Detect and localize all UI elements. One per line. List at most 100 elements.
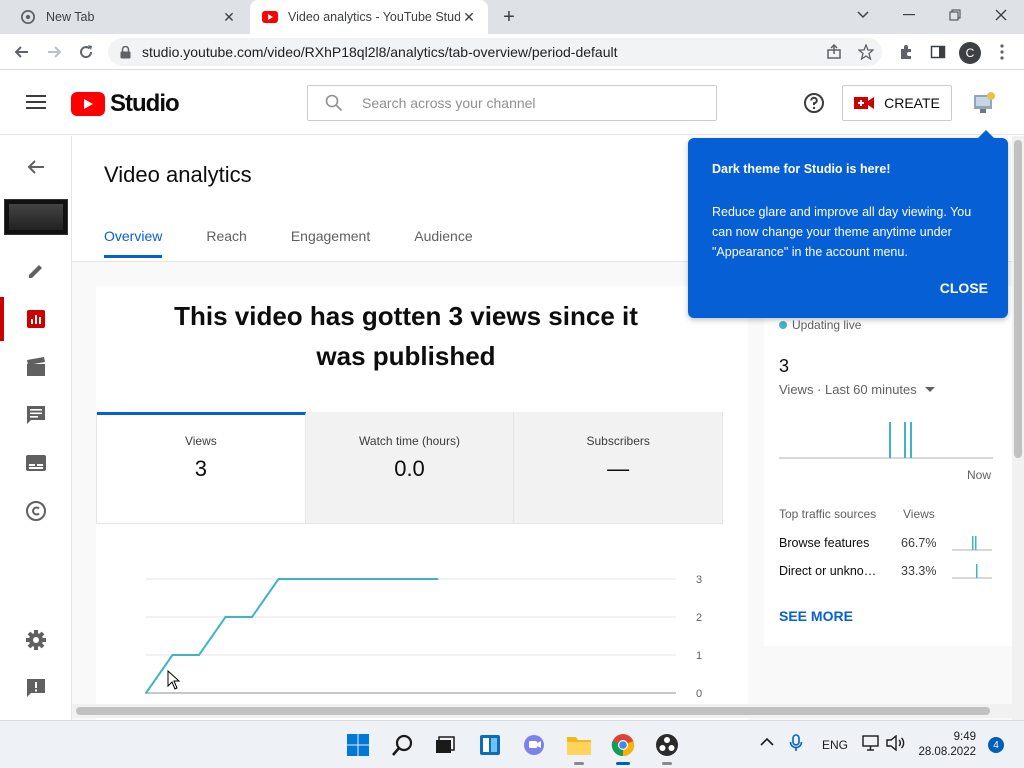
tooltip-close-button[interactable]: CLOSE	[940, 280, 988, 296]
show-hidden-icons-chevron[interactable]	[760, 736, 774, 750]
see-more-link[interactable]: SEE MORE	[779, 608, 853, 624]
chart-y-tick-label: 1	[696, 650, 702, 662]
dark-theme-tooltip: Dark theme for Studio is here! Reduce gl…	[688, 130, 1008, 318]
bookmark-star-icon[interactable]	[854, 40, 878, 64]
microphone-icon[interactable]	[789, 734, 803, 755]
chart-y-tick-label: 3	[696, 574, 702, 586]
tab-reach[interactable]: Reach	[206, 228, 246, 258]
editor-clapper-icon[interactable]	[0, 345, 72, 389]
address-bar[interactable]: studio.youtube.com/video/RXhP18ql2l8/ana…	[108, 38, 882, 66]
teams-chat-icon[interactable]	[520, 731, 548, 759]
widgets-icon[interactable]	[476, 731, 504, 759]
language-indicator[interactable]: ENG	[822, 738, 848, 752]
chrome-taskbar-icon[interactable]	[609, 731, 637, 765]
page-title: Video analytics	[104, 162, 252, 187]
volume-icon[interactable]	[886, 734, 906, 754]
views-data-point	[171, 654, 174, 656]
realtime-period-dropdown[interactable]: Views · Last 60 minutes	[779, 382, 935, 397]
back-icon[interactable]	[10, 40, 34, 64]
metric-views[interactable]: Views 3	[97, 412, 306, 523]
create-button[interactable]: CREATE	[842, 85, 952, 121]
lock-icon[interactable]	[118, 45, 132, 59]
metric-subscribers[interactable]: Subscribers —	[514, 412, 723, 523]
side-panel-icon[interactable]	[926, 40, 950, 64]
close-tab-icon[interactable]: ✕	[220, 8, 238, 26]
left-nav	[0, 136, 72, 720]
extensions-icon[interactable]	[894, 40, 918, 64]
views-data-point	[145, 692, 147, 694]
views-data-point	[410, 578, 412, 580]
studio-header: Studio Search across your channel CREATE	[0, 71, 1024, 135]
account-avatar[interactable]	[970, 89, 998, 117]
studio-logo[interactable]: Studio	[71, 90, 180, 118]
views-data-point	[357, 578, 359, 580]
scrollbar-thumb[interactable]	[1014, 140, 1022, 458]
traffic-source-row: Browse features 66.7%	[779, 532, 999, 554]
obs-studio-icon[interactable]	[653, 731, 681, 765]
share-icon[interactable]	[822, 40, 846, 64]
traffic-source-name: Browse features	[779, 536, 870, 550]
details-pencil-icon[interactable]	[0, 249, 72, 293]
browser-tab-video-analytics[interactable]: Video analytics - YouTube Studio ✕	[250, 0, 488, 34]
metric-label: Views	[184, 434, 217, 448]
browser-tab-new-tab[interactable]: New Tab ✕	[8, 0, 248, 34]
chart-y-tick-label: 2	[696, 612, 702, 624]
views-data-point	[304, 578, 306, 580]
scrollbar-thumb[interactable]	[76, 707, 990, 715]
horizontal-scrollbar[interactable]	[72, 704, 1012, 718]
realtime-bar	[889, 422, 891, 458]
help-icon[interactable]	[802, 91, 826, 115]
close-tab-icon[interactable]: ✕	[460, 8, 478, 26]
traffic-source-pct: 33.3%	[901, 564, 937, 578]
close-window-button[interactable]	[978, 0, 1024, 30]
views-data-point	[198, 654, 200, 656]
file-explorer-icon[interactable]	[565, 731, 593, 765]
reload-icon[interactable]	[74, 40, 98, 64]
views-series-line	[145, 578, 438, 694]
tab-audience[interactable]: Audience	[414, 228, 472, 258]
menu-kebab-icon[interactable]	[990, 40, 1014, 64]
comments-icon[interactable]	[0, 393, 72, 437]
tab-engagement[interactable]: Engagement	[291, 228, 370, 258]
vertical-scrollbar[interactable]	[1012, 136, 1024, 720]
system-clock[interactable]: 9:49 28.08.2022	[918, 730, 976, 760]
settings-gear-icon[interactable]	[0, 618, 72, 662]
forward-icon[interactable]	[42, 40, 66, 64]
url-text: studio.youtube.com/video/RXhP18ql2l8/ana…	[142, 44, 618, 60]
notification-badge[interactable]: 4	[988, 737, 1004, 753]
feedback-icon[interactable]	[0, 666, 72, 710]
search-input[interactable]: Search across your channel	[307, 85, 717, 121]
traffic-sources-header: Top traffic sources	[779, 507, 877, 521]
copyright-icon[interactable]	[0, 489, 72, 533]
network-icon[interactable]	[862, 735, 880, 754]
video-thumbnail[interactable]	[4, 199, 68, 235]
restore-button[interactable]	[932, 0, 978, 30]
realtime-bar	[910, 422, 912, 458]
analytics-icon[interactable]	[0, 297, 72, 341]
dropdown-arrow-icon	[924, 387, 935, 392]
traffic-sparkline	[952, 564, 992, 579]
search-icon[interactable]	[389, 731, 417, 759]
new-tab-button[interactable]: +	[498, 6, 520, 28]
realtime-count: 3	[779, 356, 790, 376]
browser-toolbar: studio.youtube.com/video/RXhP18ql2l8/ana…	[0, 34, 1024, 70]
views-data-point	[436, 578, 439, 580]
subtitles-icon[interactable]	[0, 441, 72, 485]
windows-taskbar: ENG 9:49 28.08.2022 4	[0, 720, 1024, 768]
menu-icon[interactable]	[24, 91, 48, 115]
metric-tabs: Views 3 Watch time (hours) 0.0 Subscribe…	[96, 412, 723, 524]
windows-start-icon[interactable]	[344, 731, 372, 759]
tooltip-body: Reduce glare and improve all day viewing…	[712, 205, 972, 259]
tab-overview[interactable]: Overview	[104, 228, 163, 258]
minimize-button[interactable]	[886, 0, 932, 30]
metric-watch-time[interactable]: Watch time (hours) 0.0	[305, 412, 515, 523]
back-to-content-icon[interactable]	[0, 145, 72, 189]
task-view-icon[interactable]	[431, 731, 459, 759]
profile-avatar[interactable]: C	[959, 42, 981, 64]
browser-tab-strip: New Tab ✕ Video analytics - YouTube Stud…	[0, 0, 1024, 34]
realtime-status-text: Updating live	[792, 318, 862, 332]
logo-text: Studio	[110, 90, 180, 117]
metric-label: Watch time (hours)	[359, 434, 460, 448]
traffic-source-pct: 66.7%	[901, 536, 937, 550]
tab-search-icon[interactable]	[840, 0, 886, 30]
